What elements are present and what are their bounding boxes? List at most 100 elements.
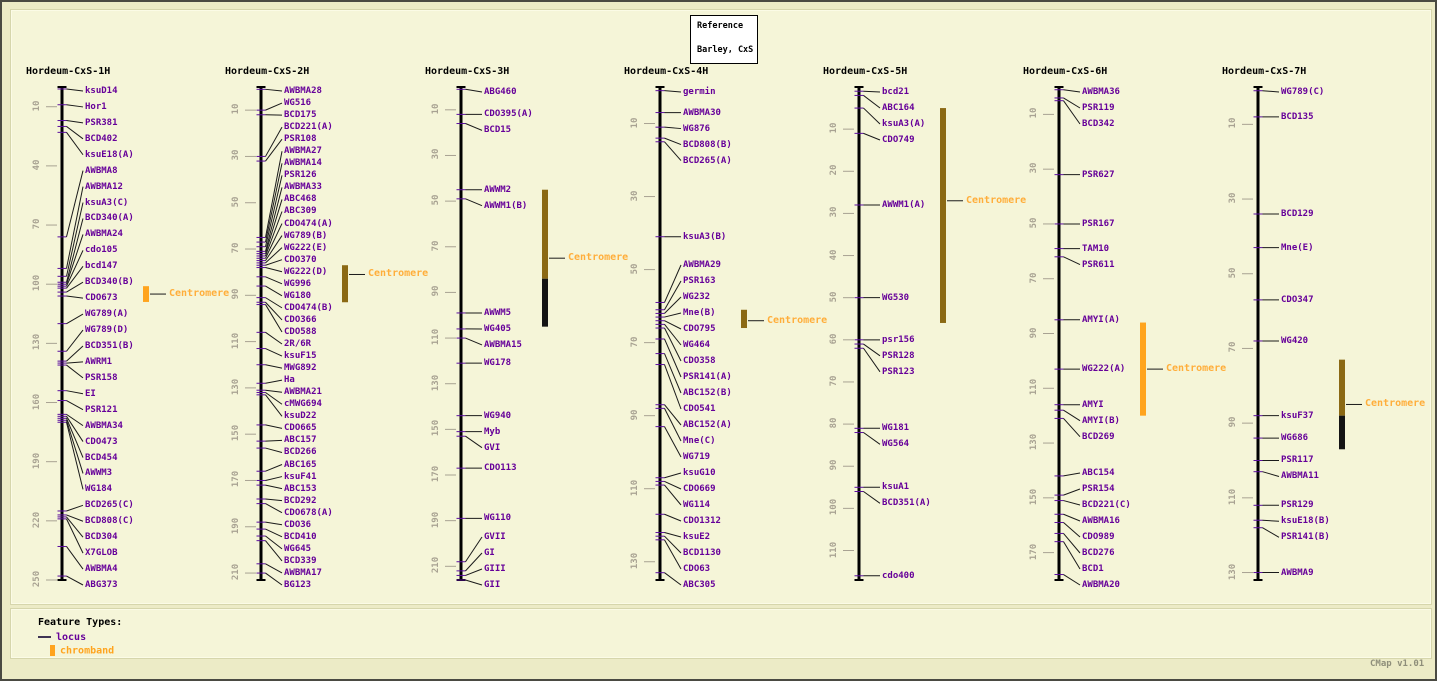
marker-label[interactable]: CDO473 (85, 437, 118, 447)
marker-label[interactable]: PSR141(B) (1281, 532, 1330, 542)
marker-label[interactable]: PSR611 (1082, 260, 1115, 270)
marker-label[interactable]: BCD129 (1281, 209, 1314, 219)
marker-label[interactable]: WG222(E) (284, 243, 327, 253)
marker-label[interactable]: PSR126 (284, 170, 317, 180)
marker-label[interactable]: AWBMA34 (85, 421, 123, 431)
marker-label[interactable]: PSR167 (1082, 219, 1115, 229)
marker-label[interactable]: germin (683, 87, 716, 97)
marker-label[interactable]: WG178 (484, 358, 511, 368)
centromere-band[interactable] (143, 286, 149, 302)
marker-label[interactable]: WG114 (683, 500, 710, 510)
marker-label[interactable]: WG181 (882, 423, 909, 433)
marker-label[interactable]: BCD808(B) (683, 140, 732, 150)
marker-label[interactable]: GIII (484, 564, 506, 574)
marker-label[interactable]: BCD454 (85, 453, 118, 463)
marker-label[interactable]: CDO347 (1281, 295, 1314, 305)
marker-label[interactable]: CDO673 (85, 293, 118, 303)
marker-label[interactable]: ksuF41 (284, 472, 317, 482)
marker-label[interactable]: WG232 (683, 292, 710, 302)
marker-label[interactable]: ksuE18(B) (1281, 516, 1330, 526)
marker-label[interactable]: BCD402 (85, 134, 118, 144)
marker-label[interactable]: ABC305 (683, 580, 716, 590)
marker-label[interactable]: CDO370 (284, 255, 317, 265)
marker-label[interactable]: ABC165 (284, 460, 317, 470)
marker-label[interactable]: PSR108 (284, 134, 317, 144)
marker-label[interactable]: AWWM2 (484, 185, 511, 195)
marker-label[interactable]: WG789(B) (284, 231, 327, 241)
marker-label[interactable]: BCD265(A) (683, 156, 732, 166)
marker-label[interactable]: ABC154 (1082, 468, 1115, 478)
marker-label[interactable]: ABG373 (85, 580, 118, 590)
marker-label[interactable]: ABG460 (484, 87, 517, 97)
marker-label[interactable]: CDO358 (683, 356, 716, 366)
marker-label[interactable]: PSR119 (1082, 103, 1115, 113)
marker-label[interactable]: BCD15 (484, 125, 511, 135)
centromere-band[interactable] (1339, 416, 1345, 450)
centromere-band[interactable] (342, 265, 348, 302)
marker-label[interactable]: PSR381 (85, 118, 118, 128)
marker-label[interactable]: AWBMA14 (284, 158, 322, 168)
marker-label[interactable]: CDO795 (683, 324, 716, 334)
marker-label[interactable]: BCD351(A) (882, 498, 931, 508)
marker-label[interactable]: CDO541 (683, 404, 716, 414)
marker-label[interactable]: AWBMA16 (1082, 516, 1120, 526)
marker-label[interactable]: WG530 (882, 293, 909, 303)
marker-label[interactable]: ksuA3(A) (882, 119, 925, 129)
marker-label[interactable]: ksuE2 (683, 532, 710, 542)
marker-label[interactable]: BCD351(B) (85, 341, 134, 351)
marker-label[interactable]: ABC153 (284, 484, 317, 494)
marker-label[interactable]: WG222(D) (284, 267, 327, 277)
marker-label[interactable]: ABC468 (284, 194, 317, 204)
marker-label[interactable]: BCD808(C) (85, 516, 134, 526)
marker-label[interactable]: ABC164 (882, 103, 915, 113)
marker-label[interactable]: TAM10 (1082, 244, 1109, 254)
marker-label[interactable]: AWWM3 (85, 468, 112, 478)
marker-label[interactable]: BCD175 (284, 110, 317, 120)
marker-label[interactable]: MWG892 (284, 363, 317, 373)
marker-label[interactable]: bcd147 (85, 261, 118, 271)
marker-label[interactable]: BCD304 (85, 532, 118, 542)
marker-label[interactable]: AWRM1 (85, 357, 112, 367)
marker-label[interactable]: ABC152(B) (683, 388, 732, 398)
marker-label[interactable]: AWBMA4 (85, 564, 118, 574)
centromere-band[interactable] (542, 190, 548, 279)
marker-label[interactable]: AWBMA30 (683, 108, 721, 118)
marker-label[interactable]: WG876 (683, 124, 710, 134)
marker-label[interactable]: ksuD14 (85, 86, 118, 96)
marker-label[interactable]: CDO749 (882, 135, 915, 145)
marker-label[interactable]: AMYI(B) (1082, 416, 1120, 426)
marker-label[interactable]: AWBMA27 (284, 146, 322, 156)
marker-label[interactable]: Hor1 (85, 102, 107, 112)
marker-label[interactable]: BCD266 (284, 447, 317, 457)
marker-label[interactable]: WG110 (484, 513, 511, 523)
centromere-band[interactable] (741, 310, 747, 328)
marker-label[interactable]: CDO474(B) (284, 303, 333, 313)
marker-label[interactable]: BG123 (284, 580, 311, 590)
marker-label[interactable]: 2R/6R (284, 339, 311, 349)
centromere-band[interactable] (1339, 360, 1345, 416)
marker-label[interactable]: WG686 (1281, 433, 1308, 443)
marker-label[interactable]: BCD135 (1281, 112, 1314, 122)
marker-label[interactable]: AWBMA15 (484, 340, 522, 350)
marker-label[interactable]: CDO36 (284, 520, 311, 530)
marker-label[interactable]: AWBMA28 (284, 86, 322, 96)
marker-label[interactable]: BCD339 (284, 556, 317, 566)
marker-label[interactable]: WG645 (284, 544, 311, 554)
marker-label[interactable]: AWBMA29 (683, 260, 721, 270)
marker-label[interactable]: ksuE18(A) (85, 150, 134, 160)
marker-label[interactable]: AWWM5 (484, 308, 511, 318)
marker-label[interactable]: BCD269 (1082, 432, 1115, 442)
marker-label[interactable]: CDO113 (484, 463, 517, 473)
marker-label[interactable]: WG564 (882, 439, 909, 449)
marker-label[interactable]: Mne(E) (1281, 243, 1314, 253)
marker-label[interactable]: psr156 (882, 335, 915, 345)
marker-label[interactable]: WG222(A) (1082, 364, 1125, 374)
marker-label[interactable]: ksuG10 (683, 468, 716, 478)
marker-label[interactable]: BCD342 (1082, 119, 1115, 129)
marker-label[interactable]: Ha (284, 375, 295, 385)
marker-label[interactable]: CDO588 (284, 327, 317, 337)
marker-label[interactable]: WG940 (484, 411, 511, 421)
marker-label[interactable]: CDO63 (683, 564, 710, 574)
marker-label[interactable]: WG464 (683, 340, 710, 350)
marker-label[interactable]: AWBMA24 (85, 229, 123, 239)
